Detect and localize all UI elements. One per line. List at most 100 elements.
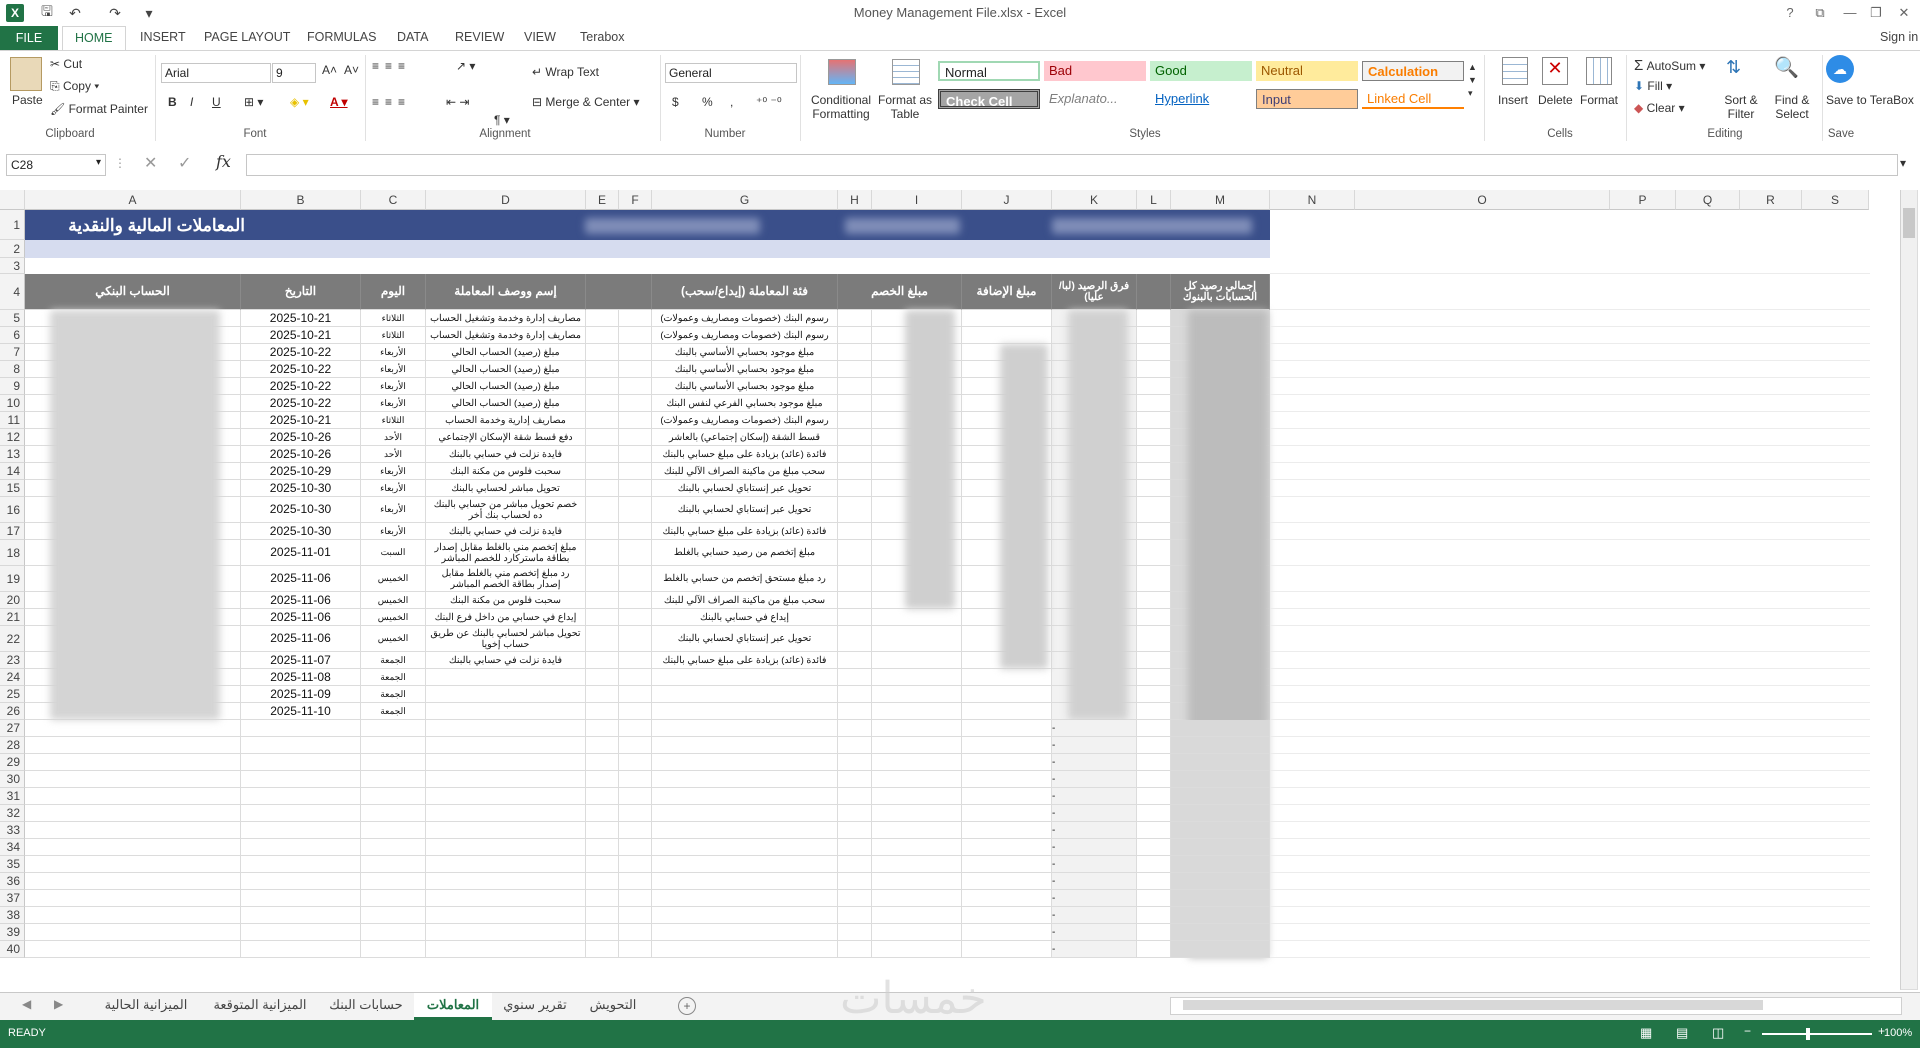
empty-cell[interactable] (1137, 771, 1171, 788)
empty-cell[interactable] (1270, 446, 1870, 463)
empty-cell[interactable] (586, 873, 619, 890)
page-layout-view-icon[interactable]: ▤ (1676, 1025, 1688, 1041)
cell-f[interactable] (619, 327, 652, 344)
empty-cell[interactable] (426, 788, 586, 805)
cell-description[interactable]: فايدة نزلت في حسابي بالبنك (426, 446, 586, 463)
cell-day[interactable]: الأربعاء (361, 480, 426, 497)
row-header[interactable]: 34 (0, 839, 25, 856)
cell-description[interactable]: مبلغ (رصيد) الحساب الحالي (426, 378, 586, 395)
empty-cell[interactable] (426, 873, 586, 890)
cell-date[interactable]: 2025-11-06 (241, 592, 361, 609)
vertical-align-icons[interactable]: ≡≡≡ (372, 59, 411, 73)
empty-cell[interactable] (241, 890, 361, 907)
empty-cell[interactable] (872, 890, 962, 907)
style-calculation[interactable]: Calculation (1362, 61, 1464, 81)
empty-cell[interactable] (838, 754, 872, 771)
empty-cell[interactable] (872, 873, 962, 890)
empty-cell[interactable] (1270, 566, 1870, 592)
cell-category[interactable]: قسط الشقة (إسكان إجتماعي) بالعاشر (652, 429, 838, 446)
decimal-icons[interactable]: ⁺⁰ ⁻⁰ (756, 95, 782, 109)
empty-cell[interactable] (872, 907, 962, 924)
empty-cell[interactable] (872, 788, 962, 805)
cell-e[interactable] (586, 686, 619, 703)
empty-cell[interactable] (586, 788, 619, 805)
row-header[interactable]: 19 (0, 566, 25, 592)
cell-e[interactable] (586, 463, 619, 480)
row-header[interactable]: 29 (0, 754, 25, 771)
cell-category[interactable]: تحويل عبر إنستاباي لحسابي بالبنك (652, 497, 838, 523)
rtl-icon[interactable]: ¶ ▾ (494, 113, 510, 127)
empty-cell[interactable] (1270, 274, 1870, 310)
cell-balance-diff[interactable]: - (1052, 788, 1137, 805)
terabox-cloud-icon[interactable]: ☁ (1826, 55, 1854, 83)
select-all-corner[interactable] (0, 190, 25, 210)
empty-cell[interactable] (838, 856, 872, 873)
cell-l[interactable] (1137, 378, 1171, 395)
empty-cell[interactable] (586, 856, 619, 873)
row-header[interactable]: 6 (0, 327, 25, 344)
cell-e[interactable] (586, 609, 619, 626)
style-input[interactable]: Input (1256, 89, 1358, 109)
zoom-slider-thumb[interactable] (1806, 1028, 1810, 1040)
number-format-select[interactable]: General (665, 63, 797, 83)
cell-category[interactable] (652, 686, 838, 703)
cell-category[interactable]: تحويل عبر إنستاباي لحسابي بالبنك (652, 626, 838, 652)
empty-cell[interactable] (962, 822, 1052, 839)
empty-cell[interactable] (361, 856, 426, 873)
empty-cell[interactable] (361, 907, 426, 924)
cell-e[interactable] (586, 395, 619, 412)
cell-description[interactable]: دفع قسط شقة الإسكان الإجتماعي (426, 429, 586, 446)
row-header[interactable]: 10 (0, 395, 25, 412)
empty-cell[interactable] (1137, 907, 1171, 924)
row-header[interactable]: 7 (0, 344, 25, 361)
cell-day[interactable]: الجمعة (361, 669, 426, 686)
cell-category[interactable]: مبلغ موجود بحسابي الأساسي بالبنك (652, 361, 838, 378)
cell-e[interactable] (586, 592, 619, 609)
cell-date[interactable]: 2025-10-21 (241, 327, 361, 344)
column-header[interactable]: L (1137, 190, 1171, 210)
empty-cell[interactable] (1270, 609, 1870, 626)
cell-f[interactable] (619, 669, 652, 686)
cell-date[interactable]: 2025-11-06 (241, 609, 361, 626)
empty-cell[interactable] (1137, 754, 1171, 771)
cell-date[interactable]: 2025-10-30 (241, 523, 361, 540)
insert-function-button[interactable]: fx (216, 152, 231, 171)
empty-cell[interactable] (1270, 429, 1870, 446)
cell-l[interactable] (1137, 686, 1171, 703)
empty-cell[interactable] (652, 771, 838, 788)
cell-date[interactable]: 2025-11-10 (241, 703, 361, 720)
empty-cell[interactable] (652, 805, 838, 822)
empty-cell[interactable] (25, 907, 241, 924)
paste-icon[interactable] (10, 57, 42, 91)
empty-cell[interactable] (1270, 310, 1870, 327)
empty-cell[interactable] (872, 737, 962, 754)
format-as-table-button[interactable]: Format as Table (876, 93, 934, 121)
cell-total[interactable] (1171, 907, 1270, 924)
empty-cell[interactable] (652, 720, 838, 737)
help-icon[interactable]: ? (1776, 3, 1804, 23)
cell-f[interactable] (619, 378, 652, 395)
cell-h[interactable] (838, 361, 872, 378)
empty-cell[interactable] (619, 839, 652, 856)
row-header[interactable]: 14 (0, 463, 25, 480)
cell-h[interactable] (838, 669, 872, 686)
cell-day[interactable]: الخميس (361, 626, 426, 652)
tab-terabox[interactable]: Terabox (580, 30, 624, 44)
cell-l[interactable] (1137, 592, 1171, 609)
row-header[interactable]: 40 (0, 941, 25, 958)
shrink-font-icon[interactable]: A˅ (344, 63, 359, 77)
row-header[interactable]: 2 (0, 240, 25, 258)
style-explanatory[interactable]: Explanato... (1044, 89, 1146, 109)
column-header[interactable]: N (1270, 190, 1355, 210)
cell-description[interactable]: إيداع في حسابي من داخل فرع البنك (426, 609, 586, 626)
cell-debit[interactable] (872, 609, 962, 626)
restore-icon[interactable]: ❐ (1862, 3, 1890, 23)
empty-cell[interactable] (1270, 754, 1870, 771)
cell-f[interactable] (619, 480, 652, 497)
cell-day[interactable]: الأحد (361, 446, 426, 463)
empty-cell[interactable] (962, 720, 1052, 737)
cell-date[interactable]: 2025-10-26 (241, 446, 361, 463)
cell-day[interactable]: الأربعاء (361, 395, 426, 412)
empty-cell[interactable] (652, 788, 838, 805)
sheet-tab-expected-budget[interactable]: الميزانية المتوقعة (204, 993, 316, 1017)
